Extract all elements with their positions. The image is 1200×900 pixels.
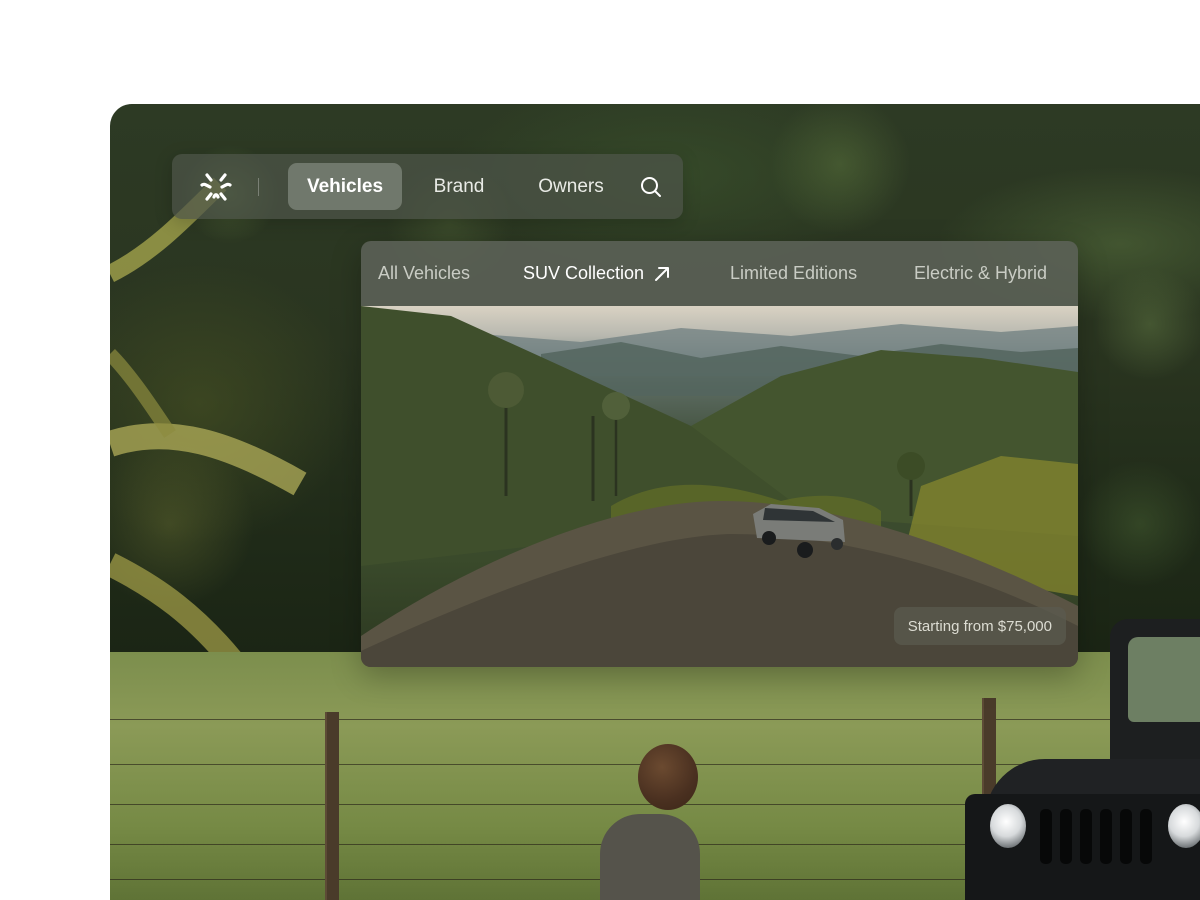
suv-preview-image[interactable]: Starting from $75,000: [361, 306, 1078, 667]
tab-limited-editions[interactable]: Limited Editions: [730, 241, 857, 306]
search-icon[interactable]: [638, 174, 664, 200]
category-tabs: All Vehicles SUV Collection Limited Edit…: [361, 241, 1078, 306]
nav-item-brand[interactable]: Brand: [418, 163, 500, 210]
tab-electric-hybrid[interactable]: Electric & Hybrid: [914, 241, 1047, 306]
palm-fronds: [110, 177, 307, 691]
fence-post: [325, 712, 339, 900]
nav-divider: [258, 178, 259, 196]
nav-item-label: Owners: [538, 175, 604, 197]
tab-label: Electric & Hybrid: [914, 263, 1048, 283]
tab-label: All Vehicles: [378, 263, 471, 283]
tab-label: SUV Collection: [523, 263, 645, 283]
price-badge: Starting from $75,000: [893, 607, 1066, 645]
arrow-up-right-icon: [653, 265, 671, 283]
price-label: Starting from $75,000: [907, 617, 1052, 635]
tab-all-vehicles[interactable]: All Vehicles: [378, 241, 470, 306]
main-navbar: Vehicles Brand Owners: [172, 154, 683, 219]
tab-suv-collection[interactable]: SUV Collection: [523, 241, 671, 306]
brand-logo-icon[interactable]: [198, 169, 234, 205]
tab-label: Limited Editions: [730, 263, 858, 283]
nav-item-owners[interactable]: Owners: [526, 163, 616, 210]
nav-item-label: Vehicles: [306, 175, 384, 197]
person-figure: [600, 744, 710, 900]
vehicles-dropdown: All Vehicles SUV Collection Limited Edit…: [361, 241, 1078, 667]
nav-item-label: Brand: [433, 175, 485, 197]
nav-item-vehicles[interactable]: Vehicles: [288, 163, 402, 210]
